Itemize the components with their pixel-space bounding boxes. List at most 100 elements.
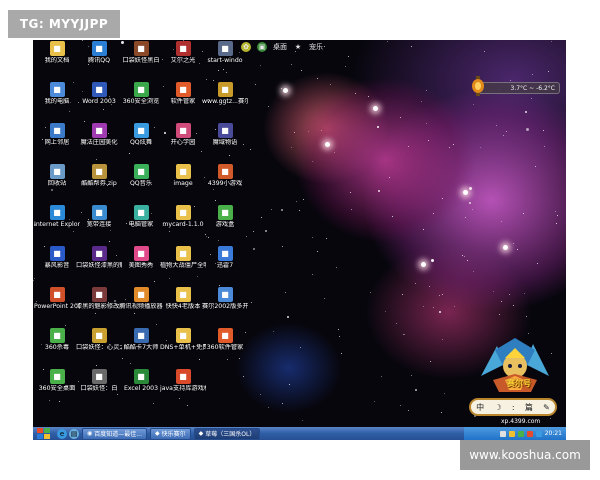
star (226, 72, 227, 73)
widget-control-panel[interactable]: 中 ☽ : 篇 ✎ (469, 398, 557, 416)
desktop-icon[interactable]: ■植物大战僵尸全明星版 (160, 246, 206, 269)
desktop-icon[interactable]: ■ 口袋妖怪黑白 (118, 41, 164, 64)
desktop-icon[interactable]: ■ Excel 2003 (118, 369, 164, 392)
network-icon: ■ (91, 205, 107, 220)
desktop-icon[interactable]: ■www.ggtz...赛尔号战 (202, 82, 248, 105)
toolbar-star-icon[interactable]: ★ (293, 42, 303, 52)
star (299, 210, 300, 211)
desktop-icon[interactable]: ■ 360安全浏览 (118, 82, 164, 105)
tray-security-icon[interactable] (508, 430, 515, 437)
desktop-icon[interactable]: ■ 宽带连接 (76, 205, 122, 228)
star (350, 192, 351, 193)
desktop-icon[interactable]: ■ 游戏盒 (202, 205, 248, 228)
desktop-icon[interactable]: ■口袋妖怪漆黑的魅影 (76, 246, 122, 269)
toolbar-item-pet[interactable]: 宠乐 (309, 42, 323, 52)
tray-network-icon[interactable] (499, 430, 506, 437)
desktop-icon[interactable]: ■ 360安全桌面 (34, 369, 80, 392)
quicklaunch-ie-icon[interactable]: e (57, 428, 67, 439)
desktop-icon[interactable]: ■ 腾讯QQ (76, 41, 122, 64)
star (215, 200, 216, 201)
star (464, 256, 465, 257)
desktop-icon[interactable]: ■口袋妖怪：心灵之金 (76, 328, 122, 351)
desktop-icon[interactable]: ■ 360杀毒 (34, 328, 80, 351)
desktop-icon[interactable]: ■ 魔法庄园美化 (76, 123, 122, 146)
desktop-icon[interactable]: ■Internet Explorer (34, 205, 80, 228)
weather-widget[interactable]: 3.7°C ~ -6.2°C (472, 76, 560, 96)
desktop-icon[interactable]: ■ 暴风影音 (34, 246, 80, 269)
star (271, 209, 272, 210)
panel-right-label[interactable]: 篇 (525, 402, 533, 413)
star (385, 311, 386, 312)
desktop-icon[interactable]: ■ 酷酷帮券.zip (76, 164, 122, 187)
star (268, 407, 269, 408)
desktop-icon[interactable]: ■ QQ炫舞 (118, 123, 164, 146)
desktop-icon[interactable]: ■ 美图秀秀 (118, 246, 164, 269)
qq-icon: ■ (91, 41, 107, 56)
desktop-icon[interactable]: ■java支持库游戏模拟器 (160, 369, 206, 392)
desktop-icon[interactable]: ■ 电脑管家 (118, 205, 164, 228)
bright-star (503, 245, 508, 250)
desktop-icon[interactable]: ■ 软件管家 (160, 82, 206, 105)
quicklaunch-desktop-icon[interactable]: ▤ (69, 428, 79, 439)
desktop-icon[interactable]: ■DNS+单机+免费+联机游戏 (160, 328, 206, 351)
star (169, 278, 170, 279)
desktop-icon-label: 我的文档 (44, 57, 70, 64)
star (411, 375, 412, 376)
task-button-sanguosha[interactable]: ◆ 草莓（三国杀OL） (193, 427, 261, 440)
desktop-icon[interactable]: ■ Word 2003 (76, 82, 122, 105)
task-button-baidu[interactable]: ◉ 百度知道—最佳... (82, 427, 147, 440)
desktop-icon[interactable]: ■ 4399小游戏 (202, 164, 248, 187)
desktop-icon[interactable]: ■ 迅雷7 (202, 246, 248, 269)
pen-icon[interactable]: ✎ (543, 403, 550, 412)
star (308, 131, 309, 132)
star (454, 306, 455, 307)
star (442, 294, 443, 295)
desktop-icon[interactable]: ■ start-windo (202, 41, 248, 64)
toolbar-item-desktop[interactable]: 桌面 (273, 42, 287, 52)
tray-antivirus-icon[interactable] (526, 430, 533, 437)
star (396, 323, 397, 324)
folder-icon: ■ (175, 205, 191, 220)
taskbar: e ▤ ◉ 百度知道—最佳... ◆ 快乐赛尔 ◆ 草莓（三国杀OL） 20:2… (33, 427, 566, 440)
desktop-icon[interactable]: ■ image (160, 164, 206, 187)
qq-music-icon: ■ (133, 164, 149, 179)
moon-icon[interactable]: ☽ (494, 403, 501, 412)
star (484, 51, 485, 52)
panel-left-label[interactable]: 中 (476, 402, 484, 413)
star (285, 292, 286, 293)
start-button[interactable] (33, 427, 55, 440)
desktop-icon[interactable]: ■ 魔域物语 (202, 123, 248, 146)
desktop-icon[interactable]: ■ 酷酷卡7大师 (118, 328, 164, 351)
desktop-icon-label: 迅雷7 (216, 262, 234, 269)
star (334, 152, 335, 153)
desktop-icon[interactable]: ■ QQ音乐 (118, 164, 164, 187)
star (429, 286, 430, 287)
desktop-icon-label: 回收站 (47, 180, 67, 187)
desktop-icon[interactable]: ■赛尔2002版多开器 (202, 287, 248, 310)
desktop-icon[interactable]: ■ 回收站 (34, 164, 80, 187)
task-button-seer[interactable]: ◆ 快乐赛尔 (149, 427, 191, 440)
desktop-icon[interactable]: ■ 我的电脑 (34, 82, 80, 105)
clock[interactable]: 20:21 (545, 430, 562, 437)
star (289, 384, 290, 385)
desktop-icon[interactable]: ■漆黑的魅影修改版下载 (76, 287, 122, 310)
star (526, 128, 529, 131)
desktop-icon-label: DNS+单机+免费+联机游戏 (160, 344, 206, 351)
desktop-icon[interactable]: ■ 腾讯视频播放器 (118, 287, 164, 310)
desktop-icon[interactable]: ■ 艾尔之光 (160, 41, 206, 64)
desktop-icon[interactable]: ■ 快快4老版本 (160, 287, 206, 310)
desktop-icon[interactable]: ■ 我的文档 (34, 41, 80, 64)
desktop-icon[interactable]: ■ 口袋妖怪：白 (76, 369, 122, 392)
desktop-icon[interactable]: ■ 开心学园 (160, 123, 206, 146)
toolbar-desktop-icon[interactable]: ▣ (257, 42, 267, 52)
tray-qq-icon[interactable] (535, 430, 542, 437)
desktop-icon[interactable]: ■PowerPoint 2003 (34, 287, 80, 310)
desktop-toolbar: ✿ ▣ 桌面 ★ 宠乐 (241, 40, 323, 54)
desktop-icon[interactable]: ■ 360软件管家 (202, 328, 248, 351)
desktop-icon[interactable]: ■ 网上邻居 (34, 123, 80, 146)
tray-app-icon[interactable] (517, 430, 524, 437)
star (439, 311, 441, 313)
seer-game-widget[interactable]: 赛尔号 中 ☽ : 篇 ✎ xp.4399.com (465, 336, 565, 428)
desktop-icon[interactable]: ■ mycard-1.1.0 (160, 205, 206, 228)
star (501, 301, 502, 302)
